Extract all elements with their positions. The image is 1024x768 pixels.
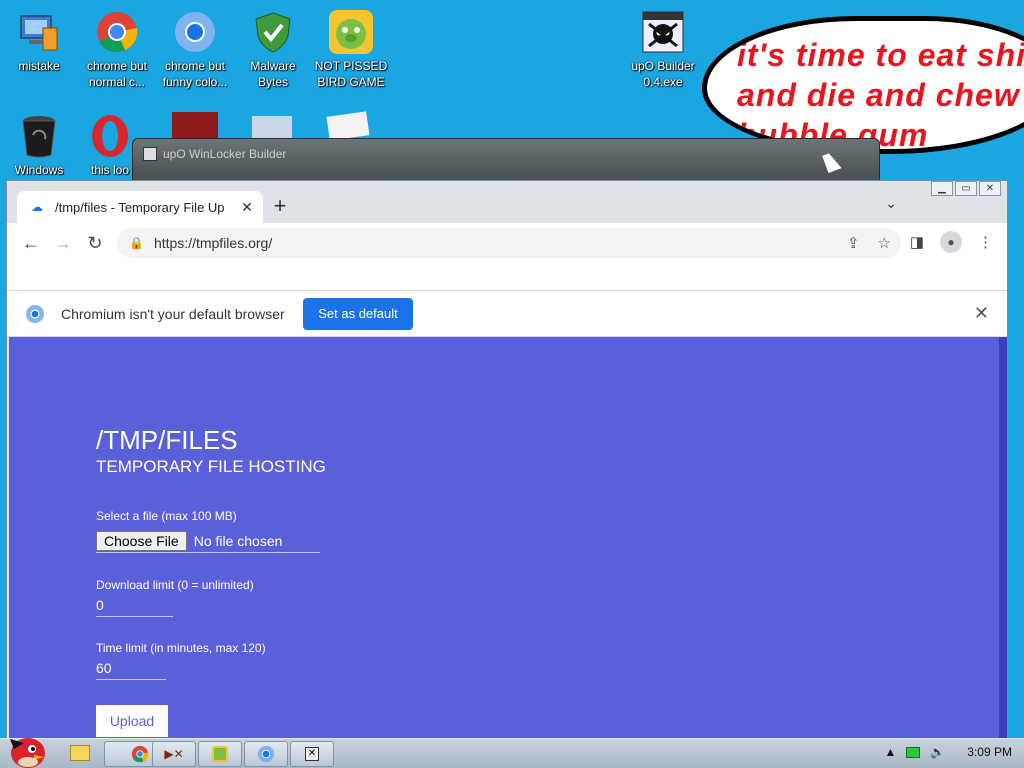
choose-file-button[interactable]: Choose File	[96, 530, 187, 551]
opera-icon	[86, 112, 134, 160]
time-limit-input[interactable]: 60	[96, 658, 166, 680]
chrome-blue-icon	[257, 745, 275, 763]
new-tab-button[interactable]: +	[269, 195, 291, 217]
desktop-icon-malwarebytes[interactable]: Malware Bytes	[235, 8, 311, 90]
page-subtitle: TEMPORARY FILE HOSTING	[96, 457, 326, 476]
tab-close-icon[interactable]: ✕	[239, 199, 255, 216]
green-pig-icon	[327, 8, 375, 56]
explorer-icon[interactable]	[70, 745, 90, 761]
page-scrollbar[interactable]	[999, 337, 1007, 739]
desktop-icon-bird-game[interactable]: NOT PISSED BIRD GAME	[313, 8, 389, 90]
file-label: Select a file (max 100 MB)	[96, 509, 237, 523]
taskbar-item-upo-builder[interactable]: ✕	[290, 741, 334, 767]
file-picker[interactable]: Choose File No file chosen	[96, 529, 320, 553]
partial-app-icon[interactable]	[252, 116, 292, 138]
system-tray: ▲ 🔈 3:09 PM	[884, 745, 1012, 759]
address-bar[interactable]: 🔒 https://tmpfiles.org/ ⇪ ☆	[117, 228, 901, 258]
speech-bubble: it's time to eat shit and die and chew b…	[702, 16, 1024, 154]
taskbar: ▶✕ ✕ ▲ 🔈 3:09 PM	[0, 738, 1024, 768]
side-panel-icon[interactable]: ◨	[910, 233, 924, 251]
mouse-cursor-icon	[822, 151, 842, 173]
taskbar-item-chrome-blue[interactable]	[244, 741, 288, 767]
tab-title: /tmp/files - Temporary File Up	[55, 199, 225, 215]
angry-bird-start-icon[interactable]	[4, 729, 48, 768]
profile-avatar-icon[interactable]: ●	[940, 231, 962, 253]
chrome-icon	[131, 745, 149, 763]
tab-strip: ☁ /tmp/files - Temporary File Up ✕ + ⌄	[7, 181, 1007, 225]
network-icon[interactable]	[906, 746, 921, 758]
bubble-text: it's time to eat shit and die and chew b…	[737, 37, 1024, 153]
infobar-close-icon[interactable]: ✕	[974, 303, 989, 324]
volume-icon[interactable]: 🔈	[930, 745, 945, 759]
background-window-title: upO WinLocker Builder	[163, 147, 287, 161]
toolbar: ← → ↻ 🔒 https://tmpfiles.org/ ⇪ ☆ ◨ ● ⋮	[7, 223, 1007, 263]
skull-icon	[639, 8, 687, 56]
desktop-icon-chrome-normal[interactable]: chrome but normal c...	[79, 8, 155, 90]
no-file-text: No file chosen	[193, 532, 283, 549]
page-content: /TMP/FILES TEMPORARY FILE HOSTING Select…	[9, 337, 999, 739]
tab-tmpfiles[interactable]: ☁ /tmp/files - Temporary File Up ✕	[17, 191, 263, 223]
download-limit-input[interactable]: 0	[96, 595, 173, 617]
computer-program-icon	[15, 8, 63, 56]
upload-button[interactable]: Upload	[96, 705, 168, 737]
set-as-default-button[interactable]: Set as default	[303, 298, 413, 330]
pig-game-icon	[212, 746, 228, 762]
infobar-message: Chromium isn't your default browser	[61, 306, 285, 322]
desktop-icon-recycle-bin[interactable]: Windows	[1, 112, 77, 178]
bookmark-bar	[7, 263, 1007, 291]
tray-expand-icon[interactable]: ▲	[884, 745, 896, 759]
chromium-window[interactable]: ▁ ▭ ✕ ☁ /tmp/files - Temporary File Up ✕…	[6, 180, 1008, 740]
skull-icon: ✕	[305, 747, 319, 761]
skull-icon	[143, 147, 157, 161]
taskbar-item-pig-game[interactable]	[198, 741, 242, 767]
desktop-icon-mistake[interactable]: mistake	[1, 8, 77, 74]
forward-button[interactable]: →	[51, 231, 75, 255]
time-limit-label: Time limit (in minutes, max 120)	[96, 641, 266, 655]
document-icon[interactable]	[326, 111, 370, 141]
chrome-icon	[93, 8, 141, 56]
download-limit-label: Download limit (0 = unlimited)	[96, 578, 254, 592]
lock-icon: 🔒	[129, 236, 144, 250]
cloud-upload-icon: ☁	[31, 200, 43, 214]
address-text: https://tmpfiles.org/	[153, 235, 273, 251]
desktop-icon-upo-builder[interactable]: upO Builder 0.4.exe	[625, 8, 701, 90]
share-icon[interactable]: ⇪	[847, 234, 860, 252]
reload-button[interactable]: ↻	[83, 231, 107, 255]
shield-check-icon	[249, 8, 297, 56]
back-button[interactable]: ←	[19, 231, 43, 255]
flash-icon[interactable]	[172, 112, 218, 138]
media-icon: ▶✕	[164, 747, 184, 761]
desktop-icon-chrome-funny[interactable]: chrome but funny colo...	[157, 8, 233, 90]
recycle-bin-icon	[15, 112, 63, 160]
bookmark-star-icon[interactable]: ☆	[878, 234, 891, 252]
chromium-logo-icon	[26, 305, 44, 323]
default-browser-infobar: Chromium isn't your default browser Set …	[7, 291, 1007, 337]
taskbar-item-media[interactable]: ▶✕	[152, 741, 196, 767]
menu-kebab-icon[interactable]: ⋮	[978, 233, 993, 251]
chrome-blue-icon	[171, 8, 219, 56]
tab-search-button[interactable]: ⌄	[885, 195, 897, 212]
page-title: /TMP/FILES	[96, 425, 238, 455]
clock[interactable]: 3:09 PM	[967, 745, 1012, 759]
